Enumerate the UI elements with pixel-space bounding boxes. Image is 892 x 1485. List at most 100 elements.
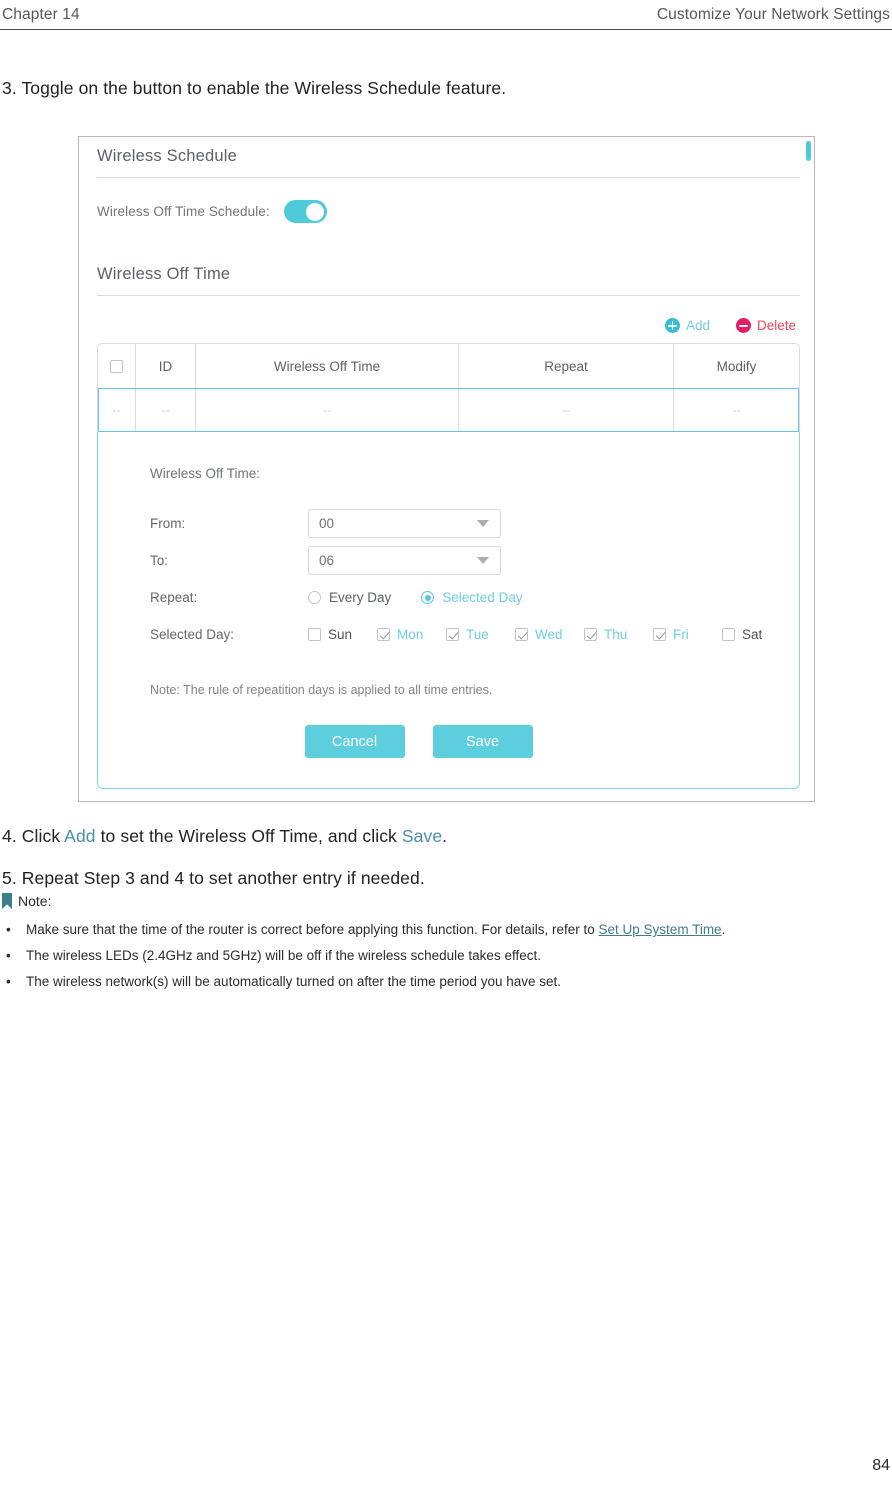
- day-checkbox-thu[interactable]: Thu: [584, 627, 653, 642]
- day-label-mon: Mon: [397, 627, 424, 642]
- day-checkbox-fri[interactable]: Fri: [653, 627, 722, 642]
- toggle-knob: [305, 202, 324, 221]
- checkbox-tue[interactable]: [446, 628, 459, 641]
- chevron-down-icon: [477, 520, 489, 527]
- row-id-cell: --: [136, 389, 196, 431]
- checkbox-thu[interactable]: [584, 628, 597, 641]
- repeat-label: Repeat:: [150, 590, 198, 605]
- row-modify-cell: --: [732, 403, 741, 417]
- from-hour-value: 00: [319, 516, 335, 531]
- note-bullet-2-text: The wireless LEDs (2.4GHz and 5GHz) will…: [26, 948, 541, 963]
- wireless-off-time-schedule-toggle[interactable]: [283, 200, 327, 223]
- note-bullet-1-suffix: .: [721, 922, 726, 937]
- step-4-save-link[interactable]: Save: [402, 826, 442, 846]
- day-label-sun: Sun: [328, 627, 353, 642]
- delete-button[interactable]: Delete: [735, 318, 796, 333]
- bullet-dot-icon: •: [6, 948, 11, 963]
- repeat-option-selected-day-label: Selected Day: [442, 590, 523, 605]
- wireless-off-time-schedule-label: Wireless Off Time Schedule:: [97, 204, 270, 219]
- bullet-dot-icon: •: [6, 922, 11, 937]
- from-label: From:: [150, 516, 186, 531]
- note-bullet-1-text: Make sure that the time of the router is…: [26, 922, 599, 937]
- set-up-system-time-link[interactable]: Set Up System Time: [599, 922, 722, 937]
- column-header-modify: Modify: [716, 358, 757, 374]
- step-4-text: 4. Click Add to set the Wireless Off Tim…: [2, 826, 447, 847]
- selected-day-label: Selected Day:: [150, 627, 235, 642]
- chapter-label: Chapter 14: [2, 6, 80, 23]
- wireless-schedule-heading: Wireless Schedule: [97, 147, 238, 165]
- row-repeat-cell: --: [459, 389, 674, 431]
- wireless-off-time-schedule-row: Wireless Off Time Schedule:: [97, 200, 800, 223]
- day-label-tue: Tue: [466, 627, 489, 642]
- table-header-row: ID Wireless Off Time Repeat Modify: [98, 344, 799, 388]
- header-divider: [0, 29, 892, 30]
- day-label-thu: Thu: [604, 627, 628, 642]
- select-all-checkbox[interactable]: [110, 359, 123, 373]
- select-all-header-cell: [98, 344, 136, 388]
- note-heading-label: Note:: [18, 893, 52, 909]
- radio-selected-day[interactable]: [421, 591, 435, 604]
- panel-scrollbar[interactable]: [806, 141, 811, 161]
- wireless-off-time-heading: Wireless Off Time: [97, 265, 231, 283]
- checkbox-wed[interactable]: [515, 628, 528, 641]
- heading-divider-2: [97, 295, 800, 296]
- step-4-add-link[interactable]: Add: [64, 826, 95, 846]
- page-number: 84: [872, 1457, 890, 1474]
- checkbox-mon[interactable]: [377, 628, 390, 641]
- checkbox-sat[interactable]: [722, 628, 735, 641]
- row-select-cell[interactable]: --: [98, 389, 136, 431]
- table-toolbar: Add Delete: [97, 318, 800, 333]
- repeat-radio-group: Every Day Selected Day: [308, 590, 523, 605]
- note-bullet-3-text: The wireless network(s) will be automati…: [26, 974, 561, 989]
- save-button[interactable]: Save: [432, 725, 533, 758]
- from-hour-select[interactable]: 00: [308, 509, 501, 538]
- step-4-part-b: to set the Wireless Off Time, and click: [95, 826, 402, 846]
- checkbox-fri[interactable]: [653, 628, 666, 641]
- day-checkbox-sat[interactable]: Sat: [722, 627, 791, 642]
- add-button-label: Add: [685, 318, 710, 333]
- step-3-text: 3. Toggle on the button to enable the Wi…: [2, 78, 507, 98]
- heading-divider-1: [97, 177, 800, 178]
- day-checkbox-wed[interactable]: Wed: [515, 627, 584, 642]
- repeat-option-every-day[interactable]: Every Day: [308, 590, 391, 605]
- day-label-sat: Sat: [742, 627, 763, 642]
- form-title: Wireless Off Time:: [150, 466, 261, 481]
- column-header-wireless-off-time: Wireless Off Time: [196, 344, 459, 388]
- wireless-off-time-edit-form: Wireless Off Time: From: 00 To: 06 Repea…: [97, 432, 800, 789]
- table-row[interactable]: -- -- -- -- --: [98, 388, 799, 432]
- selected-day-field-row: Selected Day: Sun Mon Tue Wed Thu Fri Sa…: [150, 616, 799, 653]
- to-field-row: To: 06: [150, 542, 799, 579]
- router-ui-screenshot-panel: Wireless Schedule Wireless Off Time Sche…: [78, 136, 815, 802]
- checkbox-sun[interactable]: [308, 628, 321, 641]
- repeat-option-selected-day[interactable]: Selected Day: [421, 590, 523, 605]
- step-4-part-c: .: [442, 826, 448, 846]
- note-heading: Note:: [2, 893, 51, 909]
- add-button[interactable]: Add: [664, 318, 710, 333]
- plus-circle-icon: [664, 318, 680, 333]
- repeat-option-every-day-label: Every Day: [329, 590, 392, 605]
- wireless-off-time-table: ID Wireless Off Time Repeat Modify -- --…: [97, 343, 800, 432]
- to-hour-select[interactable]: 06: [308, 546, 501, 575]
- row-time-cell: --: [196, 389, 459, 431]
- radio-every-day[interactable]: [308, 591, 321, 604]
- minus-circle-icon: [735, 318, 751, 333]
- form-button-row: Cancel Save: [98, 725, 799, 758]
- list-item: • The wireless network(s) will be automa…: [2, 969, 890, 995]
- day-checkbox-tue[interactable]: Tue: [446, 627, 515, 642]
- chevron-down-icon: [477, 557, 489, 564]
- day-label-wed: Wed: [535, 627, 563, 642]
- day-checkbox-sun[interactable]: Sun: [308, 627, 377, 642]
- form-note-text: Note: The rule of repeatition days is ap…: [150, 683, 493, 697]
- day-checkbox-mon[interactable]: Mon: [377, 627, 446, 642]
- repeat-field-row: Repeat: Every Day Selected Day: [150, 579, 799, 616]
- to-label: To:: [150, 553, 169, 568]
- cancel-button[interactable]: Cancel: [304, 725, 405, 758]
- list-item: • Make sure that the time of the router …: [2, 917, 890, 943]
- bookmark-icon: [2, 893, 12, 909]
- day-label-fri: Fri: [673, 627, 689, 642]
- delete-button-label: Delete: [756, 318, 796, 333]
- day-checkbox-group: Sun Mon Tue Wed Thu Fri Sat: [308, 627, 791, 642]
- column-header-repeat: Repeat: [459, 344, 674, 388]
- column-header-id: ID: [136, 344, 196, 388]
- step-4-part-a: 4. Click: [2, 826, 65, 846]
